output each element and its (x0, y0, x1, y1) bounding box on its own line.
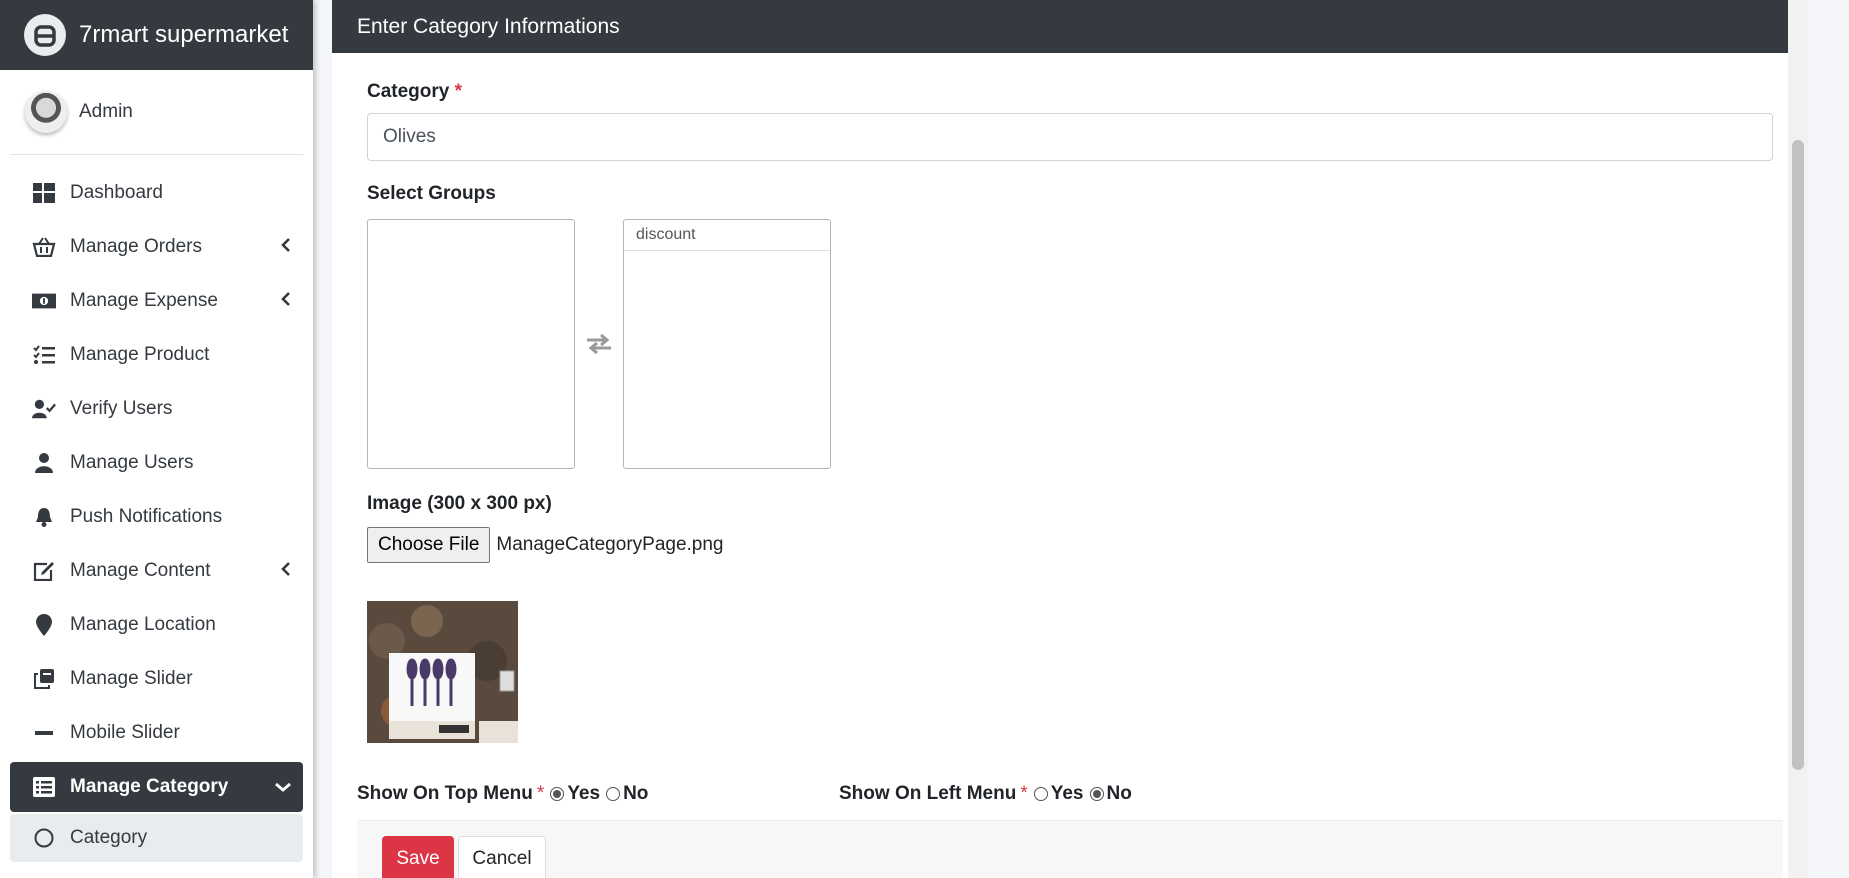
top-menu-label: Show On Top Menu (357, 783, 533, 804)
category-input[interactable] (367, 113, 1773, 161)
sidebar-item-manage-slider[interactable]: Manage Slider (10, 652, 303, 706)
sidebar-item-label: Manage Location (70, 614, 216, 635)
circle-icon (32, 826, 56, 850)
main-card: Enter Category Informations Category * S… (332, 0, 1808, 878)
sidebar-item-label: Dashboard (70, 182, 163, 203)
basket-icon (32, 235, 56, 259)
file-input[interactable]: Choose File ManageCategoryPage.png (367, 527, 1773, 563)
user-check-icon (32, 397, 56, 421)
sidebar-item-manage-orders[interactable]: Manage Orders (10, 220, 303, 274)
left-menu-no-radio[interactable] (1089, 787, 1104, 801)
selected-groups-list[interactable]: discount (623, 219, 831, 469)
image-label: Image (300 x 300 px) (367, 493, 552, 514)
left-menu-yes-radio[interactable] (1033, 787, 1048, 801)
scrollbar[interactable] (1788, 0, 1808, 878)
sidebar-item-label: Manage Expense (70, 290, 218, 311)
sidebar-item-push-notifications[interactable]: Push Notifications (10, 490, 303, 544)
sidebar-item-verify-users[interactable]: Verify Users (10, 382, 303, 436)
required-mark: * (454, 81, 463, 102)
card-header: Enter Category Informations (332, 0, 1808, 53)
top-menu-no-label: No (623, 783, 649, 804)
user-panel[interactable]: Admin (10, 70, 303, 155)
list-icon (32, 775, 56, 799)
group-selector: discount (367, 219, 1773, 469)
chevron-left-icon (281, 236, 291, 258)
cancel-button[interactable]: Cancel (458, 836, 546, 878)
chevron-left-icon (281, 290, 291, 312)
list-item[interactable]: discount (624, 220, 830, 251)
top-menu-yes-radio[interactable] (550, 787, 565, 801)
sidebar-item-manage-content[interactable]: Manage Content (10, 544, 303, 598)
sidebar-item-label: Manage Orders (70, 236, 203, 257)
sidebar-item-dashboard[interactable]: Dashboard (10, 166, 303, 220)
brand-logo-icon (24, 14, 66, 56)
sidebar-item-manage-product[interactable]: Manage Product (10, 328, 303, 382)
scrollbar-thumb[interactable] (1792, 140, 1804, 770)
sidebar-item-manage-location[interactable]: Manage Location (10, 598, 303, 652)
sidebar-nav: Dashboard Manage Orders Manage Expense M… (0, 155, 313, 862)
required-mark: * (1020, 783, 1028, 804)
swap-icon[interactable] (575, 333, 623, 355)
sidebar: 7rmart supermarket Admin Dashboard Manag… (0, 0, 313, 878)
top-menu-radio-group: Show On Top Menu * Yes No (357, 783, 839, 805)
image-preview (367, 601, 518, 743)
brand-title: 7rmart supermarket (79, 21, 289, 48)
sidebar-item-label: Manage Category (70, 776, 229, 797)
user-name: Admin (79, 101, 133, 122)
sidebar-item-label: Category (70, 827, 148, 848)
sidebar-item-label: Manage Users (70, 452, 194, 473)
category-label: Category * (367, 81, 1773, 103)
category-label-text: Category (367, 81, 450, 102)
top-menu-yes-label: Yes (567, 783, 601, 804)
sidebar-item-manage-expense[interactable]: Manage Expense (10, 274, 303, 328)
copy-icon (32, 667, 56, 691)
choose-file-button[interactable]: Choose File (367, 527, 491, 563)
chevron-left-icon (281, 560, 291, 582)
sidebar-item-label: Manage Slider (70, 668, 193, 689)
sidebar-item-mobile-slider[interactable]: Mobile Slider (10, 706, 303, 760)
sidebar-item-label: Push Notifications (70, 506, 223, 527)
map-marker-icon (32, 613, 56, 637)
sidebar-item-label: Mobile Slider (70, 722, 180, 743)
save-button[interactable]: Save (382, 836, 454, 878)
money-icon (32, 289, 56, 313)
sidebar-item-label: Verify Users (70, 398, 173, 419)
left-menu-no-label: No (1106, 783, 1132, 804)
file-name: ManageCategoryPage.png (496, 534, 724, 555)
user-icon (32, 451, 56, 475)
sidebar-item-label: Manage Product (70, 344, 210, 365)
chevron-down-icon (275, 776, 291, 798)
left-menu-radio-group: Show On Left Menu * Yes No (839, 783, 1132, 805)
minus-icon (32, 721, 56, 745)
edit-icon (32, 559, 56, 583)
card-footer: Save Cancel (357, 820, 1783, 878)
available-groups-list[interactable] (367, 219, 575, 469)
sidebar-item-manage-users[interactable]: Manage Users (10, 436, 303, 490)
groups-label: Select Groups (367, 183, 496, 204)
tasks-icon (32, 343, 56, 367)
brand[interactable]: 7rmart supermarket (0, 0, 313, 70)
top-menu-no-radio[interactable] (606, 787, 621, 801)
sidebar-item-category[interactable]: Category (10, 814, 303, 862)
menu-options: Show On Top Menu * Yes No Show On Left M… (357, 783, 1557, 805)
left-menu-label: Show On Left Menu (839, 783, 1017, 804)
sidebar-item-label: Manage Content (70, 560, 211, 581)
required-mark: * (536, 783, 545, 804)
category-form: Category * Select Groups discount Image … (332, 81, 1808, 743)
avatar (25, 91, 67, 133)
dashboard-icon (32, 181, 56, 205)
bell-icon (32, 505, 56, 529)
left-menu-yes-label: Yes (1050, 783, 1084, 804)
sidebar-item-manage-category[interactable]: Manage Category (10, 762, 303, 812)
